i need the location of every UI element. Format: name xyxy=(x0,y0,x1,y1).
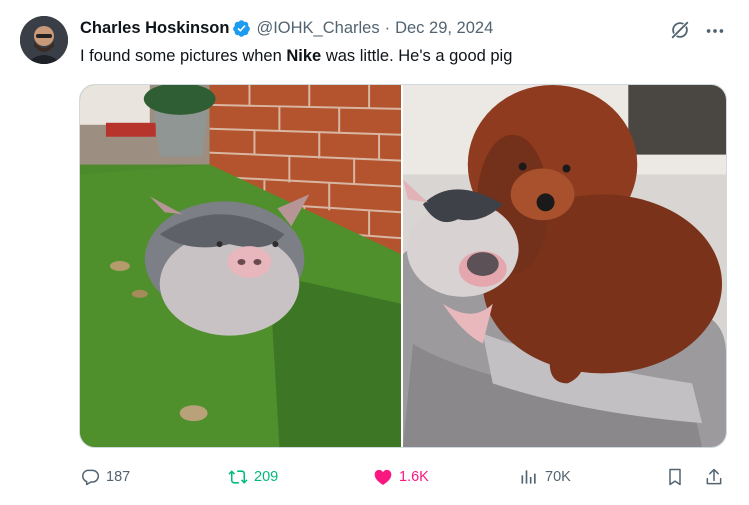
author-handle[interactable]: @IOHK_Charles xyxy=(256,19,379,38)
tweet-text-bold: Nike xyxy=(286,47,322,65)
share-icon xyxy=(706,468,722,485)
views-icon xyxy=(521,470,536,484)
tweet-text: I found some pictures when Nike was litt… xyxy=(80,45,512,67)
views-count: 70K xyxy=(545,469,571,485)
repost-count: 209 xyxy=(254,469,279,485)
repost-button[interactable]: 209 xyxy=(228,462,278,492)
bookmark-button[interactable] xyxy=(665,462,685,492)
pig-with-dog-photo[interactable] xyxy=(403,85,726,447)
grok-icon[interactable] xyxy=(669,19,691,41)
like-count: 1.6K xyxy=(399,469,429,485)
views-button[interactable]: 70K xyxy=(519,462,571,492)
more-icon[interactable] xyxy=(704,20,726,42)
separator-dot: · xyxy=(384,18,391,37)
reply-button[interactable]: 187 xyxy=(80,462,130,492)
verified-badge-icon[interactable] xyxy=(232,19,251,38)
tweet-text-after: was little. He's a good pig xyxy=(321,47,513,65)
pig-in-grass-photo[interactable] xyxy=(80,85,401,447)
repost-icon xyxy=(228,470,248,484)
tweet-date[interactable]: Dec 29, 2024 xyxy=(395,19,493,38)
like-icon xyxy=(374,469,392,485)
tweet-header: Charles Hoskinson @IOHK_Charles · Dec 29… xyxy=(80,17,493,39)
bookmark-icon xyxy=(669,468,681,486)
tweet-media xyxy=(79,84,727,448)
avatar[interactable] xyxy=(20,16,68,64)
reply-count: 187 xyxy=(106,469,131,485)
like-button[interactable]: 1.6K xyxy=(373,462,429,492)
author-name[interactable]: Charles Hoskinson xyxy=(80,19,229,38)
tweet-text-before: I found some pictures when xyxy=(80,47,287,65)
reply-icon xyxy=(82,469,100,486)
share-button[interactable] xyxy=(704,462,724,492)
tweet-actions: 187 209 1.6K 70K xyxy=(0,462,749,492)
